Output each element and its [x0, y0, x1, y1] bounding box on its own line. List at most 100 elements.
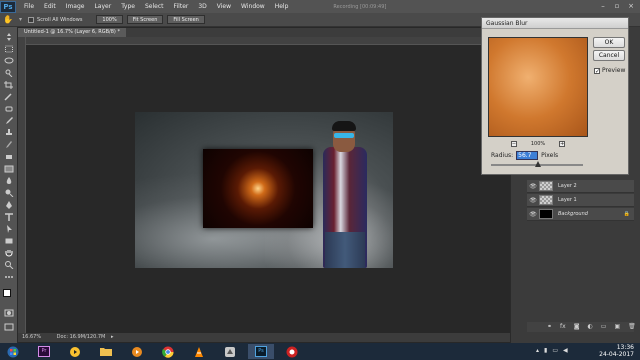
recording-label: Recording [00:09:49]	[333, 3, 387, 10]
layer-row[interactable]: 👁 Layer 2	[527, 180, 634, 193]
layer-thumbnail	[539, 181, 553, 191]
new-group-icon[interactable]: ▭	[601, 324, 607, 330]
more-tools-icon[interactable]	[4, 273, 14, 281]
layer-row[interactable]: 👁 Background 🔒	[527, 208, 634, 221]
eraser-tool-icon[interactable]	[4, 153, 14, 161]
screen-mode-icon[interactable]	[4, 323, 14, 331]
taskbar: Pr Ps ▴ ▮ ▭ ◀ 13:36 24-04-2017	[0, 343, 640, 360]
app-icon[interactable]	[217, 344, 243, 359]
menu-type[interactable]: Type	[116, 3, 140, 10]
foreground-color-swatch[interactable]	[3, 289, 11, 297]
menu-window[interactable]: Window	[236, 3, 270, 10]
layer-row[interactable]: 👁 Layer 1	[527, 194, 634, 207]
cancel-button[interactable]: Cancel	[593, 50, 625, 61]
media-icon[interactable]	[124, 344, 150, 359]
layers-footer: ⚭ fx ◙ ◐ ▭ ▣ 🗑	[527, 322, 636, 332]
fill-screen-button[interactable]: Fill Screen	[167, 15, 205, 24]
healing-brush-tool-icon[interactable]	[4, 105, 14, 113]
clock[interactable]: 13:36 24-04-2017	[599, 344, 634, 358]
menu-layer[interactable]: Layer	[89, 3, 116, 10]
eye-icon[interactable]: 👁	[527, 197, 539, 204]
zoom-in-button[interactable]: +	[559, 141, 566, 147]
chrome-icon[interactable]	[155, 344, 181, 359]
minimize-icon[interactable]: –	[596, 1, 610, 11]
tools-panel	[0, 27, 18, 343]
preview-checkbox[interactable]: ✓	[594, 67, 600, 74]
start-button-icon[interactable]	[0, 344, 26, 359]
zoom-out-button[interactable]: −	[510, 141, 517, 147]
menu-edit[interactable]: Edit	[39, 3, 61, 10]
new-layer-icon[interactable]: ▣	[614, 324, 620, 330]
document-tab[interactable]: Untitled-1 @ 16.7% (Layer 6, RGB/8) *	[18, 28, 126, 37]
blur-preview-image[interactable]	[488, 37, 588, 137]
tray-arrow-icon[interactable]: ▴	[536, 347, 539, 354]
radius-row: Radius: 56.7 Pixels	[491, 151, 558, 160]
menu-filter[interactable]: Filter	[169, 3, 194, 10]
document-canvas[interactable]	[135, 112, 393, 268]
dialog-title[interactable]: Gaussian Blur	[482, 18, 628, 29]
gradient-tool-icon[interactable]	[4, 165, 14, 173]
brush-tool-icon[interactable]	[4, 117, 14, 125]
ok-button[interactable]: OK	[593, 37, 625, 48]
zoom-tool-icon[interactable]	[4, 261, 14, 270]
menu-file[interactable]: File	[19, 3, 39, 10]
blur-tool-icon[interactable]	[4, 177, 14, 185]
hand-tool-icon[interactable]: ✋	[0, 15, 16, 24]
file-explorer-icon[interactable]	[93, 344, 119, 359]
path-selection-tool-icon[interactable]	[4, 225, 14, 233]
network-icon[interactable]: ▮	[544, 347, 547, 354]
hand-tool-icon[interactable]	[4, 249, 14, 257]
photoshop-taskbar-icon[interactable]: Ps	[248, 344, 274, 359]
zoom-100-button[interactable]: 100%	[96, 15, 123, 24]
lasso-tool-icon[interactable]	[4, 57, 14, 65]
quick-select-tool-icon[interactable]	[4, 69, 14, 78]
radius-input[interactable]: 56.7	[516, 151, 539, 160]
close-icon[interactable]: ×	[624, 1, 638, 11]
menu-select[interactable]: Select	[140, 3, 169, 10]
status-menu-arrow-icon[interactable]: ▸	[111, 334, 114, 340]
menu-view[interactable]: View	[212, 3, 236, 10]
preview-zoom-percent: 100%	[530, 141, 546, 147]
dodge-tool-icon[interactable]	[4, 189, 14, 198]
adjustment-layer-icon[interactable]: ◐	[588, 324, 593, 330]
zoom-level[interactable]: 16.67%	[22, 334, 41, 340]
type-tool-icon[interactable]	[4, 213, 14, 221]
preview-checkbox-row[interactable]: ✓ Preview	[594, 67, 625, 74]
history-brush-tool-icon[interactable]	[4, 141, 14, 149]
layer-thumbnail	[539, 209, 553, 219]
media-player-icon[interactable]	[62, 344, 88, 359]
add-mask-icon[interactable]: ◙	[574, 324, 580, 330]
link-layers-icon[interactable]: ⚭	[547, 324, 552, 330]
clone-stamp-tool-icon[interactable]	[4, 129, 14, 137]
eye-icon[interactable]: 👁	[527, 183, 539, 190]
rectangle-tool-icon[interactable]	[4, 237, 14, 245]
quick-mask-icon[interactable]	[4, 309, 14, 317]
marquee-tool-icon[interactable]	[4, 45, 14, 53]
maximize-icon[interactable]: ▫	[610, 1, 624, 11]
scroll-all-windows-label: Scroll All Windows	[37, 16, 83, 23]
battery-icon[interactable]: ▭	[552, 347, 558, 354]
photoshop-logo-icon: Ps	[0, 0, 16, 13]
fit-screen-button[interactable]: Fit Screen	[126, 15, 164, 24]
tool-preset-arrow-icon[interactable]: ▾	[19, 16, 22, 23]
menu-image[interactable]: Image	[61, 3, 90, 10]
scroll-all-windows-checkbox[interactable]	[28, 16, 35, 23]
premiere-pro-icon[interactable]: Pr	[31, 344, 57, 359]
lock-icon: 🔒	[623, 211, 630, 217]
system-tray: ▴ ▮ ▭ ◀	[536, 347, 568, 354]
menu-bar: Ps File Edit Image Layer Type Select Fil…	[0, 0, 640, 13]
document-tab-bar: Untitled-1 @ 16.7% (Layer 6, RGB/8) *	[18, 28, 510, 37]
vlc-icon[interactable]	[186, 344, 212, 359]
pen-tool-icon[interactable]	[4, 201, 14, 209]
trash-icon[interactable]: 🗑	[628, 324, 636, 330]
recorder-icon[interactable]	[279, 344, 305, 359]
eyedropper-tool-icon[interactable]	[4, 93, 14, 101]
move-tool-icon[interactable]	[4, 33, 14, 41]
fx-icon[interactable]: fx	[560, 324, 566, 330]
vertical-ruler	[18, 37, 26, 335]
menu-3d[interactable]: 3D	[193, 3, 211, 10]
menu-help[interactable]: Help	[270, 3, 294, 10]
crop-tool-icon[interactable]	[4, 81, 14, 89]
volume-icon[interactable]: ◀	[563, 347, 568, 354]
eye-icon[interactable]: 👁	[527, 211, 539, 218]
